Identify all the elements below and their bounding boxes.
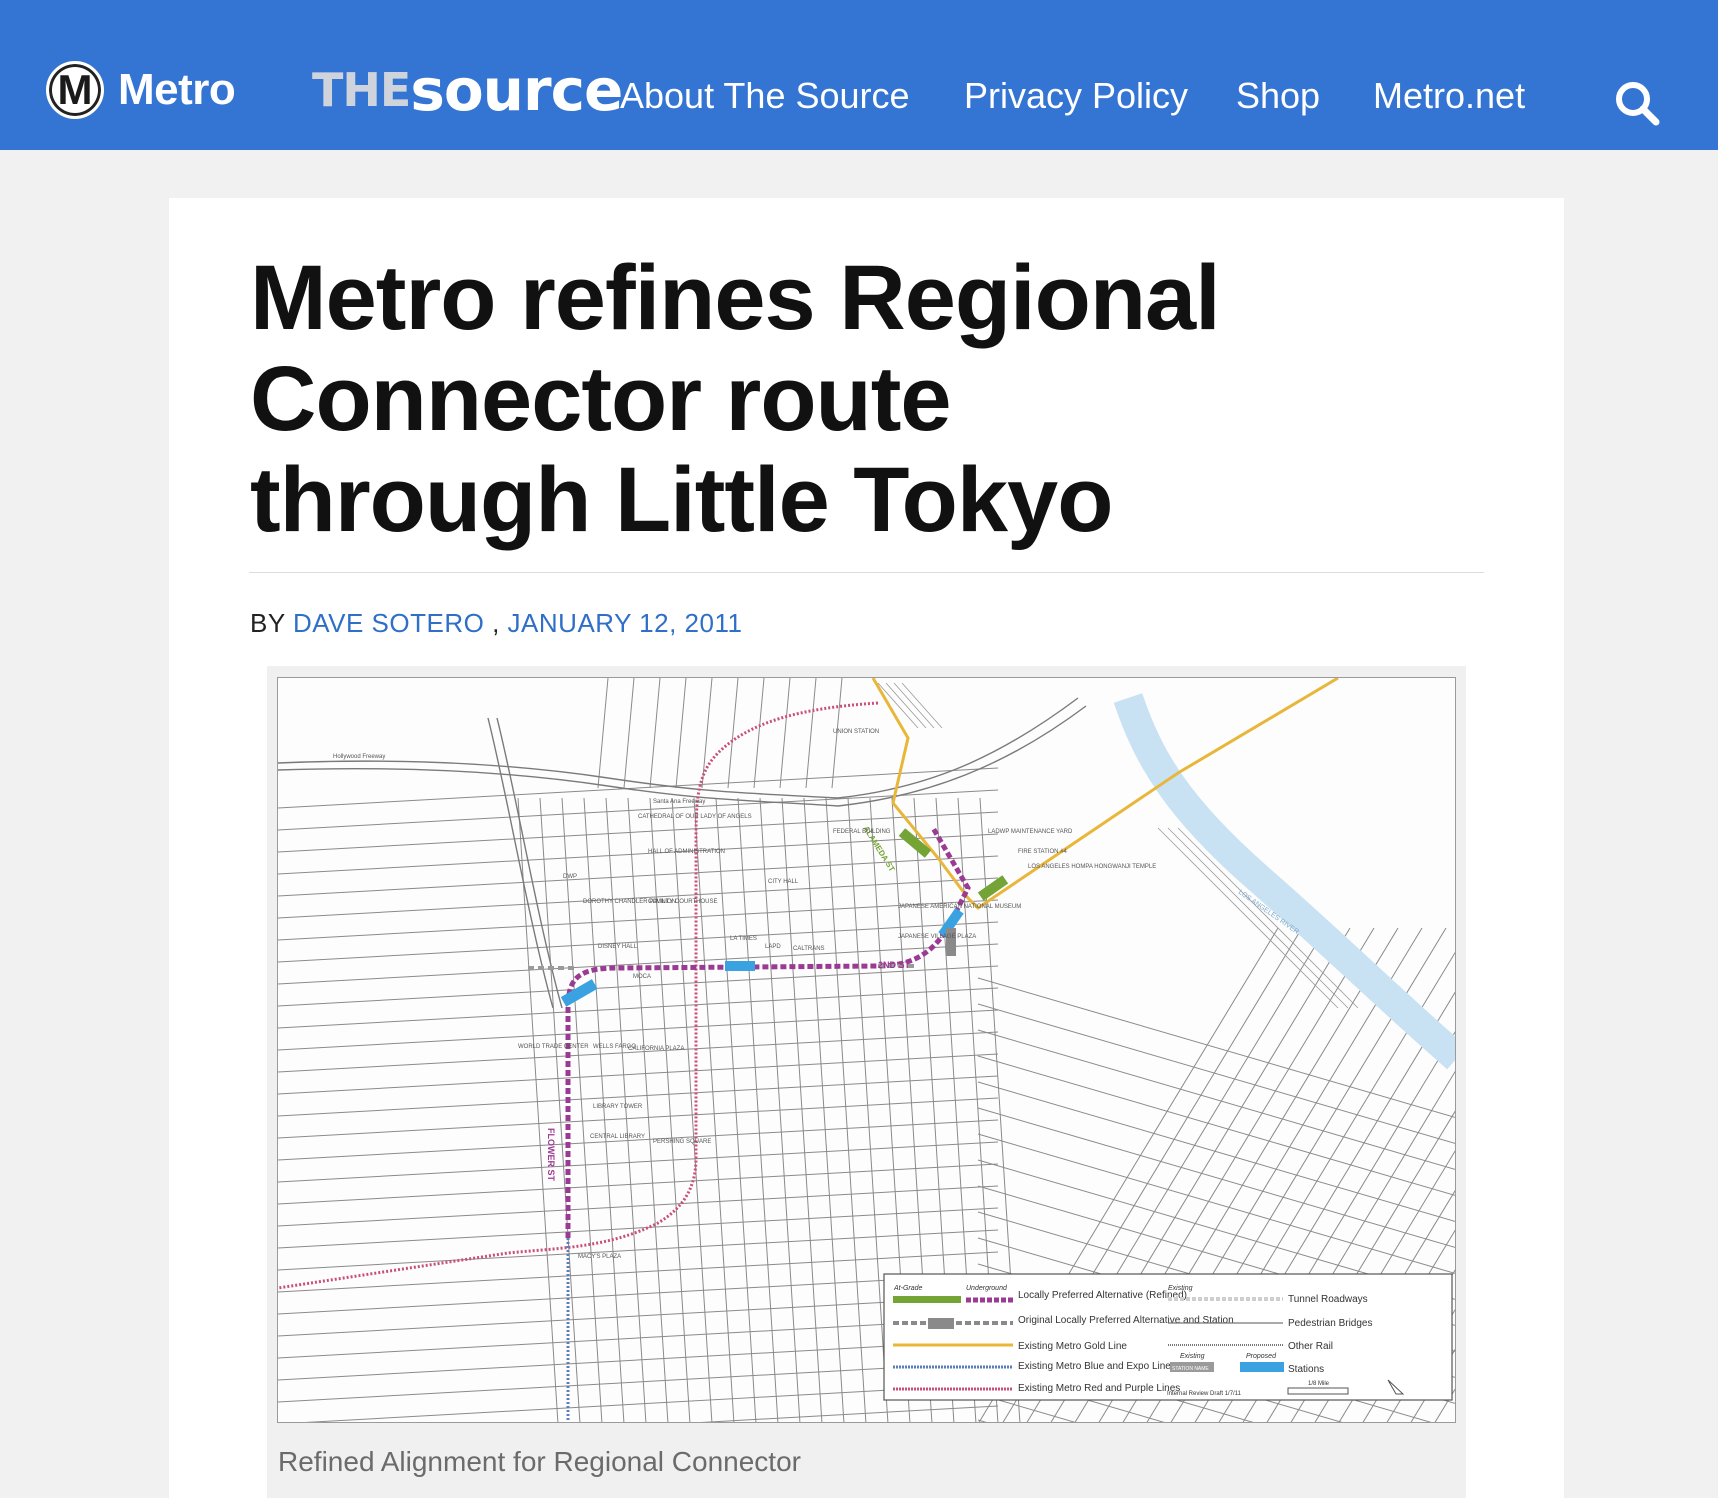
nav-about-the-source[interactable]: About The Source <box>620 75 910 117</box>
label-hollywood-fwy: Hollywood Freeway <box>333 754 385 760</box>
label-fire-station: FIRE STATION #4 <box>1018 849 1067 855</box>
label-moca: MOCA <box>633 974 651 980</box>
label-city-hall: CITY HALL <box>768 879 799 885</box>
map-legend: At-Grade Underground Locally Preferred A… <box>883 1273 1453 1401</box>
metro-logo[interactable]: M Metro <box>46 58 236 122</box>
legend-existing: Existing <box>1168 1285 1193 1292</box>
search-button[interactable] <box>1612 78 1664 130</box>
legend-tunnel-roadways: Tunnel Roadways <box>1288 1294 1368 1305</box>
label-cathedral: CATHEDRAL OF OUR LADY OF ANGELS <box>638 814 752 820</box>
date-link[interactable]: JANUARY 12, 2011 <box>508 608 743 638</box>
label-caltrans: CALTRANS <box>793 946 825 952</box>
label-pershing-square: PERSHING SQUARE <box>653 1139 711 1145</box>
label-japanese-village-plaza: JAPANESE VILLAGE PLAZA <box>898 934 976 940</box>
label-california-plaza: CALIFORNIA PLAZA <box>628 1046 684 1052</box>
label-hompa-hongwanji: LOS ANGELES HOMPA HONGWANJI TEMPLE <box>1028 864 1156 870</box>
metro-m-badge: M <box>46 61 104 119</box>
label-2nd-st: 2ND ST <box>878 960 911 970</box>
author-link[interactable]: DAVE SOTERO <box>293 608 484 638</box>
the-source-logo-source: source <box>410 56 623 124</box>
legend-station-name: STATION NAME <box>1172 1366 1209 1372</box>
top-navigation-bar: M Metro THE source About The Source Priv… <box>0 0 1718 150</box>
metro-wordmark: Metro <box>118 65 236 114</box>
article-title: Metro refines Regional Connector route t… <box>250 247 1221 551</box>
legend-stations-existing: Existing <box>1180 1353 1205 1360</box>
label-hall-of-administration: HALL OF ADMINISTRATION <box>648 849 725 855</box>
legend-draft-note: Internal Review Draft 1/7/11 <box>1167 1391 1242 1397</box>
legend-item-original-lpa: Original Locally Preferred Alternative a… <box>1018 1315 1234 1326</box>
the-source-logo-the: THE <box>312 63 411 117</box>
label-ladwp-yard: LADWP MAINTENANCE YARD <box>988 829 1073 835</box>
nav-shop[interactable]: Shop <box>1236 75 1320 117</box>
legend-item-lpa-refined: Locally Preferred Alternative (Refined) <box>1018 1290 1187 1301</box>
label-janm: JAPANESE AMERICAN NATIONAL MUSEUM <box>898 904 1021 910</box>
byline-separator: , <box>492 608 500 638</box>
label-macys-plaza: MACY'S PLAZA <box>578 1254 621 1260</box>
byline-by: BY <box>250 608 286 638</box>
label-central-library: CENTRAL LIBRARY <box>590 1134 645 1140</box>
label-library-tower: LIBRARY TOWER <box>593 1104 643 1110</box>
label-world-trade-center: WORLD TRADE CENTER <box>518 1044 589 1050</box>
legend-at-grade: At-Grade <box>893 1285 923 1292</box>
label-disney-hall: DISNEY HALL <box>598 944 638 950</box>
legend-item-gold-line: Existing Metro Gold Line <box>1018 1341 1127 1352</box>
legend-stations: Stations <box>1288 1364 1324 1375</box>
label-union-station: UNION STATION <box>833 729 879 735</box>
the-source-logo[interactable]: THE source <box>312 56 623 124</box>
nav-privacy-policy[interactable]: Privacy Policy <box>964 75 1188 117</box>
legend-stations-proposed: Proposed <box>1246 1353 1277 1360</box>
label-lapd: LAPD <box>765 944 781 950</box>
legend-underground: Underground <box>966 1285 1008 1292</box>
byline: BY DAVE SOTERO , JANUARY 12, 2011 <box>250 608 742 639</box>
label-santa-ana-fwy: Santa Ana Freeway <box>653 799 705 805</box>
title-divider <box>249 572 1484 573</box>
label-dorothy-chandler: DOROTHY CHANDLER PAVILION <box>583 899 676 905</box>
label-la-times: LA TIMES <box>730 936 757 942</box>
legend-other-rail: Other Rail <box>1288 1341 1333 1352</box>
search-icon <box>1616 82 1660 126</box>
route-map-svg: 2ND ST FLOWER ST ALAMEDA ST UNION STATIO… <box>278 678 1455 1422</box>
legend-pedestrian-bridges: Pedestrian Bridges <box>1288 1318 1373 1329</box>
route-map-image[interactable]: 2ND ST FLOWER ST ALAMEDA ST UNION STATIO… <box>277 677 1456 1423</box>
label-flower-st: FLOWER ST <box>546 1128 556 1181</box>
figure-caption: Refined Alignment for Regional Connector <box>278 1446 801 1477</box>
nav-metro-net[interactable]: Metro.net <box>1373 75 1525 117</box>
legend-item-blue-expo: Existing Metro Blue and Expo Lines <box>1018 1361 1176 1372</box>
legend-item-red-purple: Existing Metro Red and Purple Lines <box>1018 1383 1180 1394</box>
label-dwp: DWP <box>563 874 577 880</box>
label-federal-building: FEDERAL BUILDING <box>833 829 891 835</box>
legend-scale: 1/8 Mile <box>1308 1381 1330 1387</box>
